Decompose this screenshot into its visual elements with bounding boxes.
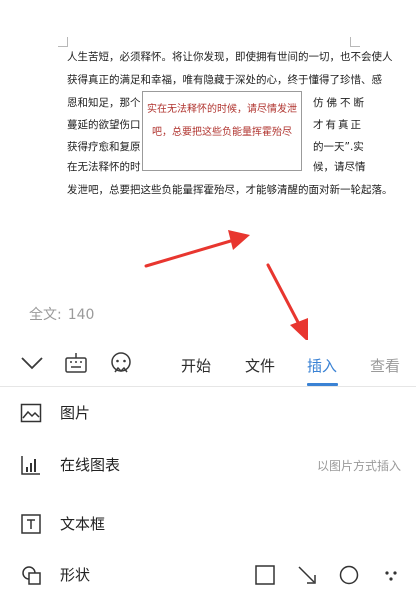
shape-icon (20, 564, 42, 586)
square-shape-icon[interactable] (254, 564, 276, 586)
picture-icon (20, 402, 42, 424)
insert-online-chart-hint: 以图片方式插入 (316, 459, 401, 473)
bar-chart-icon (20, 454, 42, 476)
insert-textbox-item[interactable]: 文本框 (0, 499, 416, 549)
tab-view[interactable]: 查看 (370, 355, 400, 376)
insert-panel: 图片 在线图表 以图片方式插入 文本框 形状 (0, 388, 416, 597)
annotation-arrow-down (266, 263, 308, 342)
insert-picture-label: 图片 (60, 404, 91, 422)
tab-insert[interactable]: 插入 (307, 355, 337, 376)
keyboard-icon[interactable] (56, 340, 96, 386)
insert-online-chart-item[interactable]: 在线图表 以图片方式插入 (0, 440, 416, 490)
textbox-icon (20, 513, 42, 535)
insert-textbox-label: 文本框 (60, 515, 106, 533)
annotation-arrow-left (144, 230, 250, 268)
insert-shape-item[interactable]: 形状 (0, 550, 416, 597)
chevron-down-icon[interactable] (12, 340, 52, 386)
active-tab-indicator (307, 383, 338, 386)
voice-assistant-icon[interactable] (101, 340, 141, 386)
circle-shape-icon[interactable] (338, 564, 360, 586)
insert-picture-item[interactable]: 图片 (0, 388, 416, 438)
more-shapes-icon[interactable] (380, 564, 402, 586)
insert-shape-label: 形状 (60, 566, 91, 584)
ribbon-toolbar: 开始 文件 插入 查看 (0, 340, 416, 387)
tab-file[interactable]: 文件 (245, 355, 275, 376)
arrow-shape-icon[interactable] (296, 564, 318, 586)
tab-start[interactable]: 开始 (181, 355, 211, 376)
insert-online-chart-label: 在线图表 (60, 456, 121, 474)
